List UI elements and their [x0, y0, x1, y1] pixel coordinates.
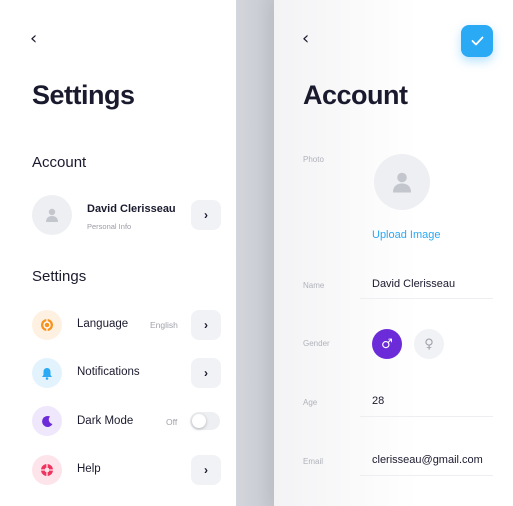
account-panel: ‹ Account Photo Upload Image Name David …: [274, 0, 513, 506]
account-subtitle: Personal Info: [87, 222, 132, 231]
language-icon-badge: [32, 310, 62, 340]
settings-row-value: English: [150, 320, 178, 330]
help-icon-badge: [32, 455, 62, 485]
photo-label: Photo: [303, 155, 324, 164]
divider: [360, 475, 493, 476]
gender-female-button[interactable]: ♀: [414, 329, 444, 359]
account-name: David Clerisseau: [87, 203, 176, 215]
email-label: Email: [303, 457, 324, 466]
age-label: Age: [303, 398, 318, 407]
notifications-icon-badge: [32, 358, 62, 388]
section-title-settings: Settings: [32, 268, 87, 285]
page-title: Settings: [32, 80, 135, 110]
name-field[interactable]: David Clerisseau: [372, 278, 455, 290]
gender-label: Gender: [303, 339, 330, 348]
settings-row-label: Dark Mode: [77, 415, 134, 427]
toggle-knob: [192, 414, 206, 428]
panel-gutter: [236, 0, 274, 506]
settings-row-value: Off: [166, 417, 178, 427]
dark-mode-toggle[interactable]: [190, 412, 220, 430]
chevron-right-icon: ›: [204, 208, 208, 222]
settings-row-label: Notifications: [77, 366, 140, 378]
user-icon: [46, 208, 58, 222]
profile-photo[interactable]: [374, 154, 430, 210]
bell-icon: [42, 367, 52, 380]
help-chevron-button[interactable]: ›: [191, 455, 221, 485]
moon-icon: [41, 415, 52, 427]
back-button[interactable]: ‹: [30, 30, 37, 48]
globe-icon: [41, 319, 53, 331]
user-icon: [393, 172, 411, 193]
settings-row-label: Help: [77, 463, 101, 475]
chevron-right-icon: ›: [204, 463, 208, 477]
age-field[interactable]: 28: [372, 395, 384, 407]
page-title: Account: [303, 80, 408, 110]
chevron-right-icon: ›: [204, 318, 208, 332]
confirm-button[interactable]: [461, 25, 493, 57]
male-icon: ♂: [381, 336, 393, 352]
email-field[interactable]: clerisseau@gmail.com: [372, 454, 483, 466]
avatar: [32, 195, 72, 235]
settings-row-label: Language: [77, 318, 129, 330]
check-icon: [471, 36, 483, 46]
female-icon: ♀: [424, 336, 434, 352]
lifebuoy-icon: [41, 464, 53, 476]
name-label: Name: [303, 281, 325, 290]
account-chevron-button[interactable]: ›: [191, 200, 221, 230]
settings-panel: ‹ Settings Account David Clerisseau Pers…: [0, 0, 236, 506]
divider: [360, 416, 493, 417]
gender-male-button[interactable]: ♂: [372, 329, 402, 359]
chevron-right-icon: ›: [204, 366, 208, 380]
dark-mode-icon-badge: [32, 406, 62, 436]
section-title-account: Account: [32, 154, 87, 171]
divider: [360, 298, 493, 299]
upload-image-link[interactable]: Upload Image: [372, 229, 441, 241]
back-button[interactable]: ‹: [302, 30, 309, 48]
notifications-chevron-button[interactable]: ›: [191, 358, 221, 388]
language-chevron-button[interactable]: ›: [191, 310, 221, 340]
